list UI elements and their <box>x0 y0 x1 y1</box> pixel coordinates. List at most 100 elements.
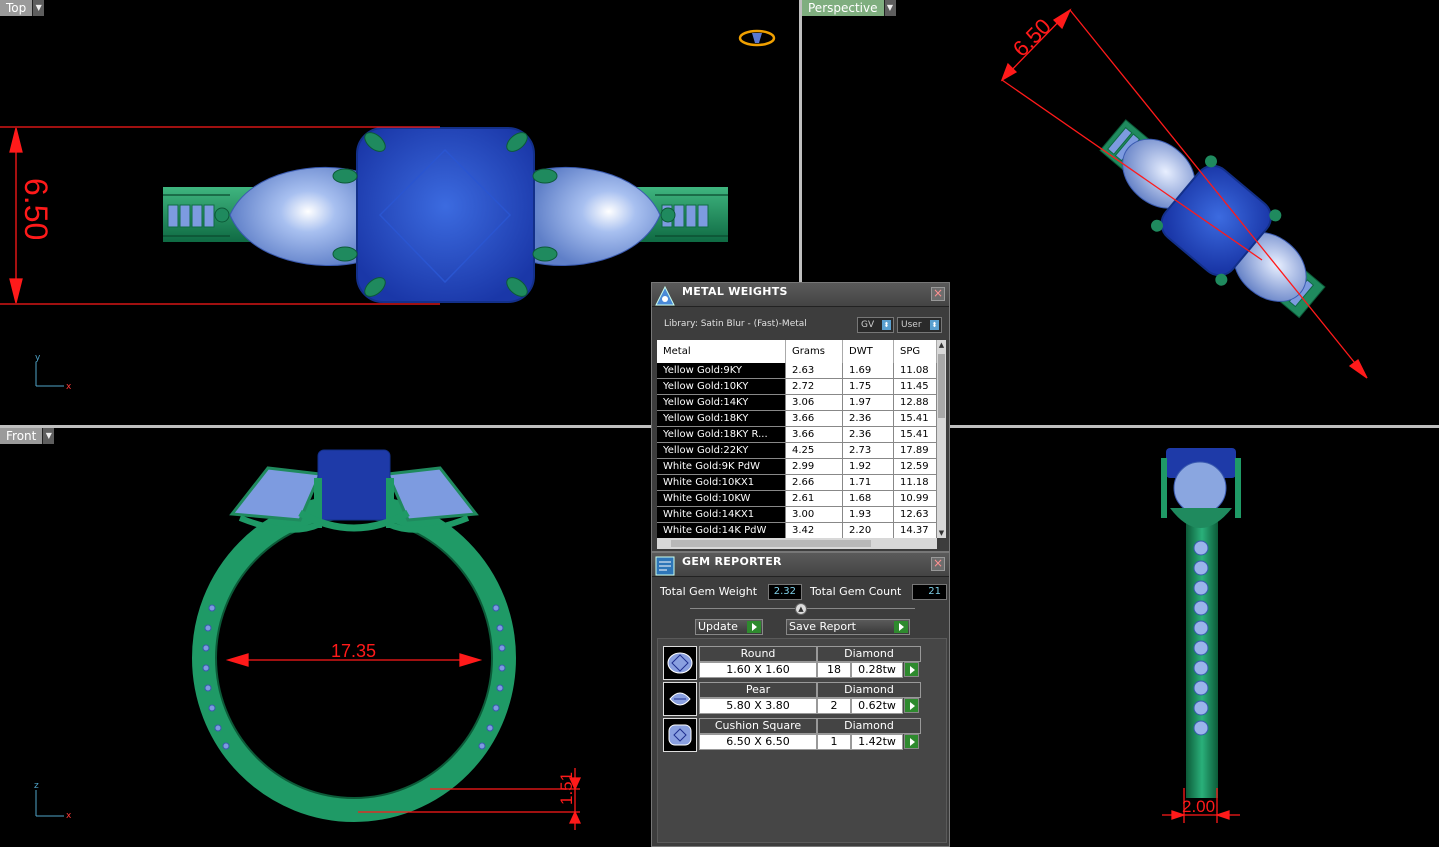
ring-preview-icon[interactable] <box>738 29 776 47</box>
grams-cell: 2.99 <box>786 459 843 475</box>
dwt-cell: 1.71 <box>843 475 894 491</box>
viewport-menu-icon[interactable]: ▼ <box>32 0 45 16</box>
axis-x-label: x <box>66 382 72 392</box>
dwt-cell: 1.92 <box>843 459 894 475</box>
axis-z-label: z <box>34 781 39 791</box>
column-header-metal[interactable]: Metal <box>657 340 786 363</box>
gem-select-button[interactable] <box>904 698 919 713</box>
dwt-cell: 2.73 <box>843 443 894 459</box>
gem-size: 6.50 X 6.50 <box>699 734 817 750</box>
total-gem-weight-label: Total Gem Weight <box>660 585 758 598</box>
dwt-cell: 1.93 <box>843 507 894 523</box>
close-icon[interactable]: × <box>931 557 945 571</box>
spg-cell: 15.41 <box>894 411 937 427</box>
metal-name-cell: White Gold:14K PdW <box>657 523 786 538</box>
metal-name-cell: White Gold:9K PdW <box>657 459 786 475</box>
viewport-menu-icon[interactable]: ▼ <box>883 0 896 16</box>
grams-cell: 4.25 <box>786 443 843 459</box>
spg-cell: 12.88 <box>894 395 937 411</box>
right-viewport[interactable]: 2.00 <box>950 428 1439 847</box>
grams-cell: 2.66 <box>786 475 843 491</box>
metal-name-cell: Yellow Gold:18KY R... <box>657 427 786 443</box>
table-row[interactable]: Yellow Gold:22KY 4.25 2.73 17.89 <box>657 443 937 459</box>
table-row[interactable]: White Gold:9K PdW 2.99 1.92 12.59 <box>657 459 937 475</box>
table-row[interactable]: White Gold:14KX1 3.00 1.93 12.63 <box>657 507 937 523</box>
viewport-label-front[interactable]: Front ▼ <box>0 428 55 444</box>
list-item[interactable]: Round Diamond 1.60 X 1.60 18 0.28tw <box>663 646 921 680</box>
horizontal-scrollbar[interactable] <box>657 538 937 549</box>
grams-cell: 3.66 <box>786 411 843 427</box>
gem-material: Diamond <box>817 718 921 734</box>
grams-cell: 2.63 <box>786 363 843 379</box>
viewport-label-perspective[interactable]: Perspective ▼ <box>802 0 896 16</box>
front-view-canvas: 17.35 1.51 z x <box>34 449 582 830</box>
grams-cell: 3.06 <box>786 395 843 411</box>
play-icon <box>747 621 761 633</box>
viewport-label-text: Top <box>0 0 33 16</box>
gem-size: 5.80 X 3.80 <box>699 698 817 714</box>
viewport-menu-icon[interactable]: ▼ <box>42 428 55 444</box>
spg-cell: 11.45 <box>894 379 937 395</box>
grams-cell: 3.42 <box>786 523 843 538</box>
front-viewport[interactable]: 17.35 1.51 z x Front ▼ <box>0 428 652 847</box>
table-row[interactable]: Yellow Gold:10KY 2.72 1.75 11.45 <box>657 379 937 395</box>
right-width-label: 2.00 <box>1182 797 1215 816</box>
dwt-cell: 1.97 <box>843 395 894 411</box>
chevron-down-icon: ⬍ <box>882 320 891 330</box>
scroll-up-icon[interactable]: ▲ <box>937 340 946 350</box>
list-item[interactable]: Pear Diamond 5.80 X 3.80 2 0.62tw <box>663 682 921 716</box>
gem-count: 1 <box>817 734 851 750</box>
viewport-label-top[interactable]: Top ▼ <box>0 0 45 16</box>
dwt-cell: 2.36 <box>843 411 894 427</box>
gem-shape: Pear <box>699 682 817 698</box>
column-header-dwt[interactable]: DWT <box>843 340 894 363</box>
gem-weight: 0.62tw <box>851 698 903 714</box>
viewport-label-text: Front <box>0 428 43 444</box>
table-row[interactable]: Yellow Gold:18KY R... 3.66 2.36 15.41 <box>657 427 937 443</box>
gem-material: Diamond <box>817 682 921 698</box>
close-icon[interactable]: × <box>931 287 945 301</box>
gem-shape: Round <box>699 646 817 662</box>
user-select[interactable]: User ⬍ <box>897 317 942 333</box>
cushion-gem-icon <box>663 718 697 752</box>
update-button[interactable]: Update <box>695 619 763 635</box>
table-header: Metal Grams DWT SPG <box>657 340 937 363</box>
spg-cell: 11.08 <box>894 363 937 379</box>
collapse-icon[interactable]: ▲ <box>795 603 807 615</box>
metal-weights-table: Metal Grams DWT SPG Yellow Gold:9KY 2.63 1… <box>657 340 937 538</box>
front-thickness-label: 1.51 <box>557 772 576 805</box>
column-header-spg[interactable]: SPG <box>894 340 937 363</box>
table-row[interactable]: White Gold:14K PdW 3.42 2.20 14.37 <box>657 523 937 538</box>
table-row[interactable]: White Gold:10KW 2.61 1.68 10.99 <box>657 491 937 507</box>
column-header-grams[interactable]: Grams <box>786 340 843 363</box>
list-item[interactable]: Cushion Square Diamond 6.50 X 6.50 1 1.4… <box>663 718 921 752</box>
table-row[interactable]: Yellow Gold:9KY 2.63 1.69 11.08 <box>657 363 937 379</box>
grams-cell: 3.00 <box>786 507 843 523</box>
gem-reporter-header[interactable]: GEM REPORTER × <box>652 553 949 577</box>
save-report-button[interactable]: Save Report <box>786 619 910 635</box>
table-row[interactable]: White Gold:10KX1 2.66 1.71 11.18 <box>657 475 937 491</box>
round-gem-icon <box>663 646 697 680</box>
gem-count: 2 <box>817 698 851 714</box>
metal-name-cell: Yellow Gold:22KY <box>657 443 786 459</box>
table-row[interactable]: Yellow Gold:18KY 3.66 2.36 15.41 <box>657 411 937 427</box>
grams-cell: 2.72 <box>786 379 843 395</box>
gem-weight: 1.42tw <box>851 734 903 750</box>
vertical-scrollbar[interactable]: ▲ ▼ <box>937 340 946 538</box>
gem-select-button[interactable] <box>904 662 919 677</box>
scrollbar-thumb[interactable] <box>938 354 945 418</box>
gv-select[interactable]: GV ⬍ <box>857 317 894 333</box>
gem-shape: Cushion Square <box>699 718 817 734</box>
metal-weights-header[interactable]: METAL WEIGHTS × <box>652 283 949 307</box>
gv-select-value: GV <box>861 320 875 330</box>
gem-select-button[interactable] <box>904 734 919 749</box>
metal-weights-title: METAL WEIGHTS <box>682 285 788 298</box>
gem-weight: 0.28tw <box>851 662 903 678</box>
update-button-label: Update <box>698 620 738 633</box>
scroll-down-icon[interactable]: ▼ <box>937 528 946 538</box>
gem-reporter-panel: GEM REPORTER × Total Gem Weight 2.32 Tot… <box>651 552 950 847</box>
table-row[interactable]: Yellow Gold:14KY 3.06 1.97 12.88 <box>657 395 937 411</box>
metal-name-cell: White Gold:14KX1 <box>657 507 786 523</box>
scrollbar-thumb[interactable] <box>671 540 871 547</box>
viewport-label-text: Perspective <box>802 0 884 16</box>
